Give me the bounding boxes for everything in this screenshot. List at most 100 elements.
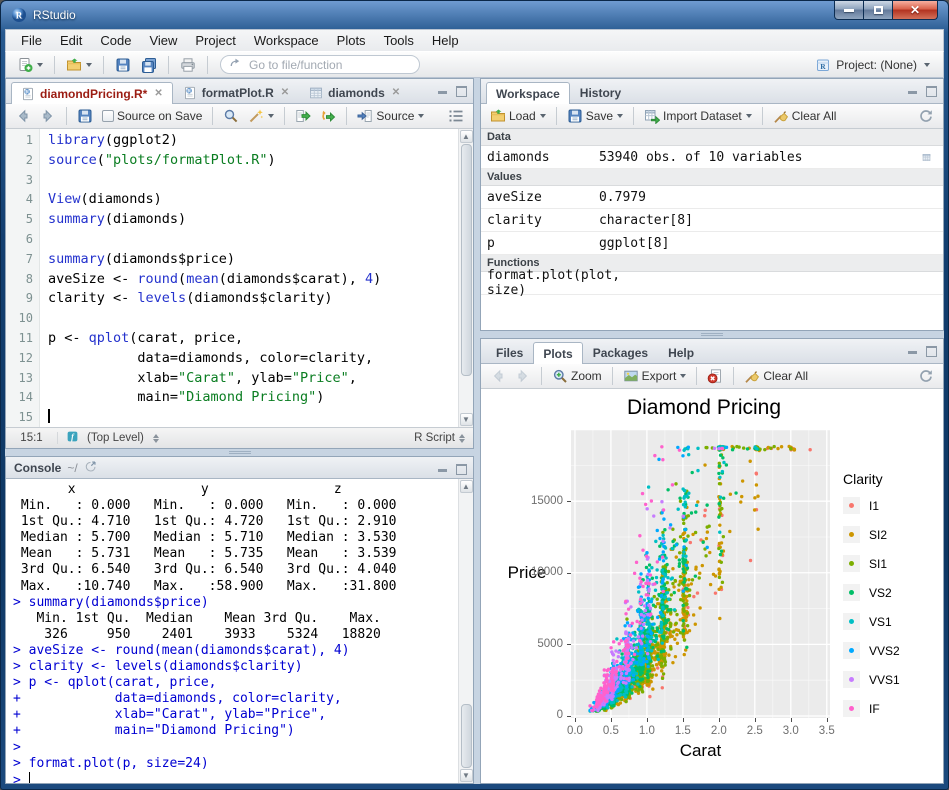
tab-diamonds[interactable]: diamonds✕ xyxy=(299,81,410,103)
tab-help[interactable]: Help xyxy=(658,341,704,363)
code-line[interactable]: summary(diamonds) xyxy=(48,210,458,230)
menu-help[interactable]: Help xyxy=(423,31,468,50)
pane-maximize-icon[interactable] xyxy=(925,345,937,356)
code-line[interactable]: View(diamonds) xyxy=(48,190,458,210)
scroll-up-icon[interactable]: ▲ xyxy=(460,130,473,143)
code-line[interactable] xyxy=(48,408,458,427)
goto-file-input[interactable] xyxy=(249,58,399,72)
horizontal-splitter[interactable] xyxy=(5,449,474,456)
object-row-clarity[interactable]: claritycharacter[8] xyxy=(481,209,943,232)
close-tab-icon[interactable]: ✕ xyxy=(392,87,400,98)
save-source-button[interactable] xyxy=(74,106,96,126)
code-line[interactable]: summary(diamonds$price) xyxy=(48,250,458,270)
next-plot-button[interactable] xyxy=(512,366,534,386)
y-tick-label: 15000 xyxy=(481,495,563,507)
close-tab-icon[interactable]: ✕ xyxy=(154,88,162,99)
code-line[interactable]: data=diamonds, color=clarity, xyxy=(48,349,458,369)
previous-plot-button[interactable] xyxy=(487,366,509,386)
new-file-button[interactable] xyxy=(14,55,46,75)
code-line[interactable]: source("plots/formatPlot.R") xyxy=(48,151,458,171)
menu-plots[interactable]: Plots xyxy=(328,31,375,50)
horizontal-splitter[interactable] xyxy=(480,331,944,338)
pane-minimize-icon[interactable] xyxy=(907,345,919,356)
console-popout-icon[interactable] xyxy=(84,460,100,476)
save-button[interactable] xyxy=(112,55,134,75)
code-line[interactable] xyxy=(48,171,458,191)
code-editor[interactable]: 123456789101112131415 library(ggplot2)so… xyxy=(6,129,473,427)
minimize-button[interactable] xyxy=(834,1,864,20)
code-line[interactable]: xlab="Carat", ylab="Price", xyxy=(48,369,458,389)
view-data-icon[interactable] xyxy=(922,150,937,165)
code-line[interactable]: p <- qplot(carat, price, xyxy=(48,329,458,349)
object-row-diamonds[interactable]: diamonds53940 obs. of 10 variables xyxy=(481,146,943,169)
close-tab-icon[interactable]: ✕ xyxy=(281,87,289,98)
tab-diamondpricing-r[interactable]: RdiamondPricing.R*✕ xyxy=(11,82,173,104)
source-on-save-checkbox[interactable]: Source on Save xyxy=(99,107,205,125)
forward-button[interactable] xyxy=(37,106,59,126)
remove-plot-button[interactable] xyxy=(704,366,726,386)
find-button[interactable] xyxy=(220,106,242,126)
save-all-button[interactable] xyxy=(138,55,160,75)
pane-maximize-icon[interactable] xyxy=(455,85,467,96)
tab-formatplot-r[interactable]: RformatPlot.R✕ xyxy=(173,81,299,103)
scope-selector[interactable]: f (Top Level) xyxy=(58,430,167,446)
tab-workspace[interactable]: Workspace xyxy=(486,82,570,104)
tab-files[interactable]: Files xyxy=(486,341,533,363)
code-line[interactable]: main="Diamond Pricing") xyxy=(48,388,458,408)
rerun-button[interactable] xyxy=(317,106,339,126)
import-dataset-button[interactable]: Import Dataset xyxy=(641,106,755,126)
pane-minimize-icon[interactable] xyxy=(437,463,449,474)
document-outline-button[interactable] xyxy=(445,106,467,126)
code-line[interactable]: aveSize <- round(mean(diamonds$carat), 4… xyxy=(48,270,458,290)
export-plot-button[interactable]: Export xyxy=(620,366,690,386)
print-button[interactable] xyxy=(177,55,199,75)
run-button[interactable] xyxy=(292,106,314,126)
object-row-p[interactable]: pggplot[8] xyxy=(481,232,943,255)
code-line[interactable] xyxy=(48,230,458,250)
open-file-button[interactable] xyxy=(63,55,95,75)
pane-minimize-icon[interactable] xyxy=(437,85,449,96)
tab-packages[interactable]: Packages xyxy=(583,341,658,363)
pane-minimize-icon[interactable] xyxy=(907,85,919,96)
pane-maximize-icon[interactable] xyxy=(925,85,937,96)
clear-plots-button[interactable]: Clear All xyxy=(741,366,811,386)
clear-workspace-button[interactable]: Clear All xyxy=(770,106,840,126)
console-command: + data=diamonds, color=clarity, xyxy=(13,691,456,707)
code-line[interactable]: clarity <- levels(diamonds$clarity) xyxy=(48,289,458,309)
pane-maximize-icon[interactable] xyxy=(455,463,467,474)
code-line[interactable]: library(ggplot2) xyxy=(48,131,458,151)
menu-code[interactable]: Code xyxy=(91,31,140,50)
goto-file-search[interactable] xyxy=(220,55,420,74)
object-row-aveSize[interactable]: aveSize0.7979 xyxy=(481,186,943,209)
console-input[interactable]: x y z Min. : 0.000 Min. : 0.000 Min. : 0… xyxy=(6,479,458,783)
back-button[interactable] xyxy=(12,106,34,126)
code-tools-button[interactable] xyxy=(245,106,277,126)
menu-project[interactable]: Project xyxy=(186,31,244,50)
save-workspace-button[interactable]: Save xyxy=(564,106,626,126)
console-scrollbar[interactable]: ▲ ▼ xyxy=(458,479,473,783)
menu-workspace[interactable]: Workspace xyxy=(245,31,328,50)
menu-file[interactable]: File xyxy=(12,31,51,50)
project-menu-button[interactable]: R Project: (None) xyxy=(810,55,935,75)
maximize-button[interactable] xyxy=(864,1,892,20)
object-row-format-plot-plot-size-[interactable]: format.plot(plot, size) xyxy=(481,272,943,295)
scroll-up-icon[interactable]: ▲ xyxy=(460,480,473,493)
scroll-down-icon[interactable]: ▼ xyxy=(460,413,473,426)
tab-plots[interactable]: Plots xyxy=(533,342,582,364)
close-button[interactable]: ✕ xyxy=(892,1,938,20)
title-bar[interactable]: R RStudio ✕ xyxy=(5,1,944,29)
tab-history[interactable]: History xyxy=(570,81,631,103)
code-line[interactable] xyxy=(48,309,458,329)
refresh-plot-button[interactable] xyxy=(915,366,937,386)
load-workspace-button[interactable]: Load xyxy=(487,106,549,126)
menu-edit[interactable]: Edit xyxy=(51,31,91,50)
zoom-plot-button[interactable]: Zoom xyxy=(549,366,605,386)
editor-scrollbar[interactable]: ▲ ▼ xyxy=(458,129,473,427)
menu-view[interactable]: View xyxy=(140,31,186,50)
refresh-button[interactable] xyxy=(915,106,937,126)
source-run-button[interactable]: Source xyxy=(354,106,427,126)
scroll-down-icon[interactable]: ▼ xyxy=(460,769,473,782)
object-name: diamonds xyxy=(481,150,599,165)
file-type-selector[interactable]: R Script xyxy=(414,432,473,444)
menu-tools[interactable]: Tools xyxy=(375,31,423,50)
